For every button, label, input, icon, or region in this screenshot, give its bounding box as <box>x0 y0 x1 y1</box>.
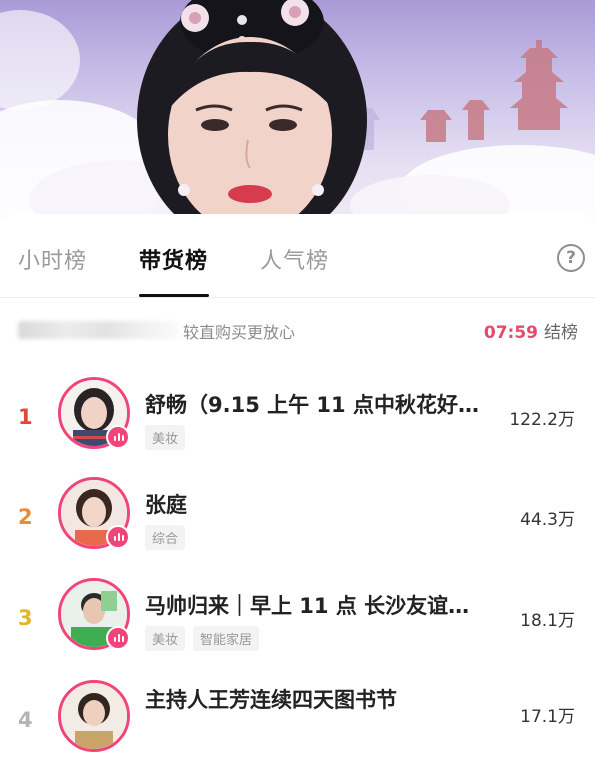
avatar[interactable] <box>58 680 130 752</box>
rank-number: 4 <box>18 708 33 732</box>
rank-number: 3 <box>18 606 33 630</box>
avatar[interactable] <box>58 578 130 650</box>
avatar-image <box>61 683 127 749</box>
countdown: 07:59 结榜 <box>484 318 578 343</box>
category-tag: 美妆 <box>145 425 186 450</box>
rank-number: 2 <box>18 505 33 529</box>
ranking-row[interactable]: 2 张庭 综合 44.3万 <box>0 477 595 577</box>
ranking-row[interactable]: 1 舒畅（9.15 上午 11 点中秋花好… 美妆 122.2万 <box>0 377 595 477</box>
stream-preview-image <box>0 0 595 222</box>
sales-value: 122.2万 <box>509 410 575 430</box>
tag-list: 美妆 <box>145 425 193 450</box>
rank-number: 1 <box>18 405 33 429</box>
countdown-label: 结榜 <box>544 323 578 343</box>
streamer-name[interactable]: 张庭 <box>145 489 187 519</box>
tab-sales[interactable]: 带货榜 <box>139 243 208 275</box>
notice-bar: 较直购买更放心 07:59 结榜 <box>18 318 578 343</box>
tab-popularity[interactable]: 人气榜 <box>260 243 329 275</box>
sales-value: 44.3万 <box>520 510 575 530</box>
streamer-name[interactable]: 马帅归来｜早上 11 点 长沙友谊… <box>145 590 469 620</box>
tab-hourly[interactable]: 小时榜 <box>18 243 87 275</box>
streamer-name[interactable]: 主持人王芳连续四天图书节 <box>145 684 397 714</box>
live-icon <box>106 626 130 650</box>
ranking-tabs: 小时榜 带货榜 人气榜 <box>0 214 595 298</box>
category-tag: 综合 <box>145 525 186 550</box>
category-tag: 美妆 <box>145 626 186 651</box>
live-icon <box>106 525 130 549</box>
category-tag: 智能家居 <box>193 626 260 651</box>
avatar[interactable] <box>58 377 130 449</box>
ranking-row[interactable]: 4 主持人王芳连续四天图书节 17.1万 <box>0 680 595 780</box>
sales-value: 18.1万 <box>520 611 575 631</box>
help-icon[interactable]: ? <box>557 244 585 272</box>
tag-list: 综合 <box>145 525 193 550</box>
live-icon <box>106 425 130 449</box>
active-tab-indicator <box>139 294 209 297</box>
sales-value: 17.1万 <box>520 707 575 727</box>
live-stream-banner[interactable] <box>0 0 595 222</box>
streamer-name[interactable]: 舒畅（9.15 上午 11 点中秋花好… <box>145 389 479 419</box>
avatar[interactable] <box>58 477 130 549</box>
tag-list: 美妆 智能家居 <box>145 626 267 651</box>
ranking-row[interactable]: 3 马帅归来｜早上 11 点 长沙友谊… 美妆 智能家居 18.1万 <box>0 578 595 678</box>
notice-text: 较直购买更放心 <box>183 323 296 342</box>
countdown-time: 07:59 <box>483 323 538 343</box>
blurred-notice-text <box>18 321 178 339</box>
